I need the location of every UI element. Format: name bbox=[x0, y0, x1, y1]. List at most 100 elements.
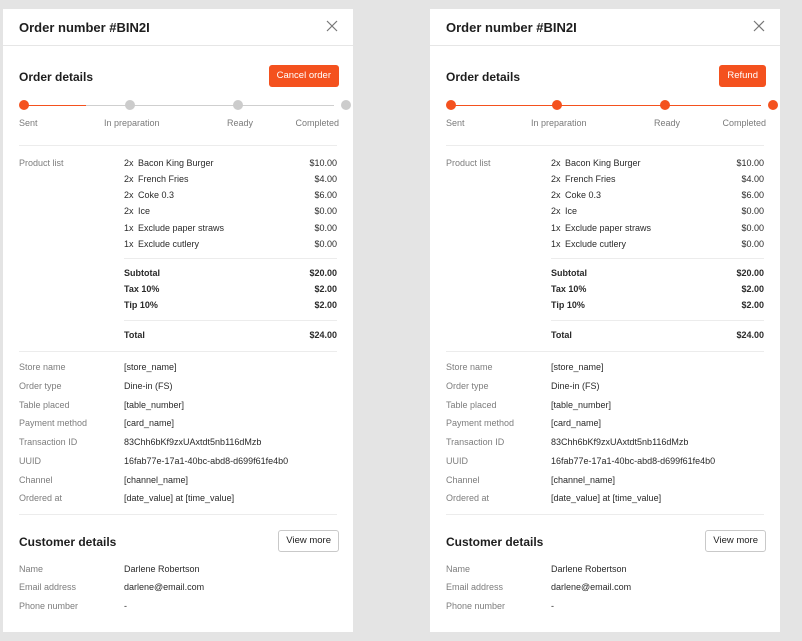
order-status-stepper: Sent In preparation Ready Completed bbox=[19, 100, 351, 130]
transaction-id-value: 83Chh6bKf9zxUAxtdt5nb116dMzb bbox=[124, 437, 262, 447]
customer-email-value: darlene@email.com bbox=[124, 582, 205, 592]
info-label: Transaction ID bbox=[19, 437, 78, 447]
order-number-title: Order number #BIN2I bbox=[19, 20, 150, 35]
customer-details-title: Customer details bbox=[19, 535, 117, 549]
divider bbox=[446, 514, 764, 515]
customer-phone-value: - bbox=[124, 601, 127, 611]
divider bbox=[19, 351, 337, 352]
customer-email-value: darlene@email.com bbox=[551, 582, 632, 592]
stepper-track bbox=[24, 105, 334, 106]
product-row: 2x Coke 0.3 $6.00 bbox=[124, 190, 337, 200]
view-more-button[interactable]: View more bbox=[278, 530, 339, 552]
step-dot-sent bbox=[19, 100, 29, 110]
ordered-at-value: [date_value] at [time_value] bbox=[124, 493, 235, 503]
step-dot-completed bbox=[341, 100, 351, 110]
panel-header: Order number #BIN2I bbox=[430, 9, 780, 46]
product-row: 1x Exclude paper straws $0.00 bbox=[551, 223, 764, 233]
order-status-stepper: Sent In preparation Ready Completed bbox=[446, 100, 778, 130]
product-list-label: Product list bbox=[446, 158, 491, 168]
divider bbox=[19, 145, 337, 146]
info-label: UUID bbox=[446, 456, 468, 466]
product-row: 2x Coke 0.3 $6.00 bbox=[551, 190, 764, 200]
step-dot-ready bbox=[233, 100, 243, 110]
step-label-sent: Sent bbox=[19, 118, 38, 128]
subtotal-row: Subtotal $20.00 bbox=[551, 268, 764, 278]
step-label-completed: Completed bbox=[295, 118, 339, 128]
close-icon[interactable] bbox=[752, 19, 766, 33]
subtotal-row: Subtotal $20.00 bbox=[124, 268, 337, 278]
info-label: Channel bbox=[446, 475, 480, 485]
table-placed-value: [table_number] bbox=[551, 400, 612, 410]
step-dot-sent bbox=[446, 100, 456, 110]
step-label-ready: Ready bbox=[654, 118, 681, 128]
product-row: 2x French Fries $4.00 bbox=[551, 174, 764, 184]
step-dot-ready bbox=[660, 100, 670, 110]
order-details-title: Order details bbox=[19, 70, 94, 84]
product-row: 2x Ice $0.00 bbox=[551, 206, 764, 216]
product-list-label: Product list bbox=[19, 158, 64, 168]
order-number-title: Order number #BIN2I bbox=[446, 20, 577, 35]
info-label: Channel bbox=[19, 475, 53, 485]
divider bbox=[551, 258, 764, 259]
product-row: 1x Exclude paper straws $0.00 bbox=[124, 223, 337, 233]
tip-row: Tip 10% $2.00 bbox=[551, 300, 764, 310]
product-row: 2x Bacon King Burger $10.00 bbox=[124, 158, 337, 168]
product-row: 2x French Fries $4.00 bbox=[124, 174, 337, 184]
total-row: Total $24.00 bbox=[124, 330, 337, 340]
customer-label: Phone number bbox=[19, 601, 79, 611]
tax-row: Tax 10% $2.00 bbox=[551, 284, 764, 294]
product-row: 2x Ice $0.00 bbox=[124, 206, 337, 216]
channel-value: [channel_name] bbox=[124, 475, 189, 485]
customer-label: Name bbox=[19, 564, 44, 574]
divider bbox=[446, 351, 764, 352]
stepper-progress bbox=[24, 105, 86, 106]
store-name-value: [store_name] bbox=[551, 362, 604, 372]
customer-label: Email address bbox=[446, 582, 504, 592]
customer-details-title: Customer details bbox=[446, 535, 544, 549]
stepper-track bbox=[451, 105, 761, 106]
step-label-sent: Sent bbox=[446, 118, 465, 128]
info-label: Order type bbox=[446, 381, 489, 391]
refund-button[interactable]: Refund bbox=[719, 65, 766, 87]
divider bbox=[551, 320, 764, 321]
info-label: Order type bbox=[19, 381, 62, 391]
product-row: 2x Bacon King Burger $10.00 bbox=[551, 158, 764, 168]
info-label: Payment method bbox=[446, 418, 515, 428]
info-label: Store name bbox=[446, 362, 493, 372]
tip-row: Tip 10% $2.00 bbox=[124, 300, 337, 310]
payment-method-value: [card_name] bbox=[551, 418, 602, 428]
uuid-value: 16fab77e-17a1-40bc-abd8-d699f61fe4b0 bbox=[551, 456, 716, 466]
product-row: 1x Exclude cutlery $0.00 bbox=[124, 239, 337, 249]
ordered-at-value: [date_value] at [time_value] bbox=[551, 493, 662, 503]
payment-method-value: [card_name] bbox=[124, 418, 175, 428]
info-label: Ordered at bbox=[19, 493, 63, 503]
stepper-progress bbox=[451, 105, 761, 106]
divider bbox=[446, 145, 764, 146]
customer-name-value: Darlene Robertson bbox=[551, 564, 627, 574]
view-more-button[interactable]: View more bbox=[705, 530, 766, 552]
info-label: Ordered at bbox=[446, 493, 490, 503]
close-icon[interactable] bbox=[325, 19, 339, 33]
divider bbox=[124, 320, 337, 321]
order-panel-left: Order number #BIN2I Order details Cancel… bbox=[3, 9, 353, 632]
cancel-order-button[interactable]: Cancel order bbox=[268, 65, 339, 87]
total-row: Total $24.00 bbox=[551, 330, 764, 340]
step-dot-completed bbox=[768, 100, 778, 110]
store-name-value: [store_name] bbox=[124, 362, 177, 372]
order-type-value: Dine-in (FS) bbox=[551, 381, 600, 391]
info-label: Table placed bbox=[19, 400, 70, 410]
info-label: Store name bbox=[19, 362, 66, 372]
product-row: 1x Exclude cutlery $0.00 bbox=[551, 239, 764, 249]
step-label-in-preparation: In preparation bbox=[104, 118, 160, 128]
customer-label: Phone number bbox=[446, 601, 506, 611]
order-panel-right: Order number #BIN2I Order details Refund… bbox=[430, 9, 780, 632]
customer-phone-value: - bbox=[551, 601, 554, 611]
transaction-id-value: 83Chh6bKf9zxUAxtdt5nb116dMzb bbox=[551, 437, 689, 447]
tax-row: Tax 10% $2.00 bbox=[124, 284, 337, 294]
info-label: Table placed bbox=[446, 400, 497, 410]
divider bbox=[124, 258, 337, 259]
uuid-value: 16fab77e-17a1-40bc-abd8-d699f61fe4b0 bbox=[124, 456, 289, 466]
step-dot-in-preparation bbox=[125, 100, 135, 110]
customer-name-value: Darlene Robertson bbox=[124, 564, 200, 574]
step-label-completed: Completed bbox=[722, 118, 766, 128]
